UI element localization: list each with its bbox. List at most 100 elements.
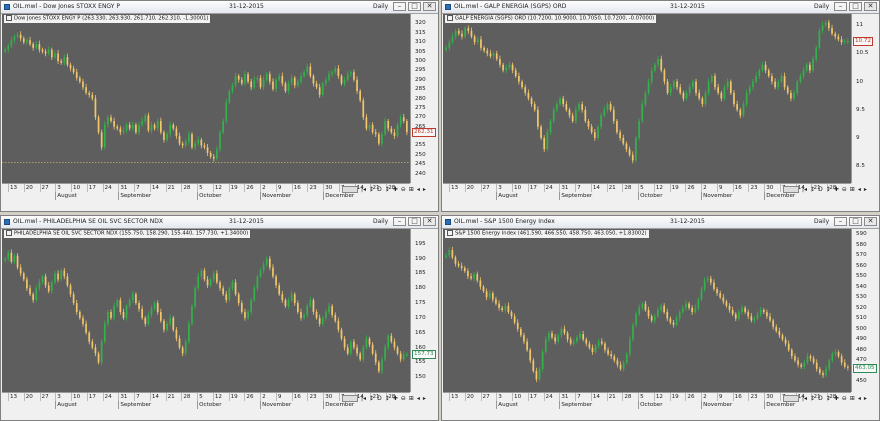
scroll-right-icon[interactable]: ▸	[864, 395, 867, 402]
chart-scroll-thumb[interactable]	[342, 395, 358, 402]
scroll-start-icon[interactable]: |◂	[802, 395, 807, 402]
minimize-button[interactable]: –	[393, 2, 406, 11]
vertical-zoom-icon[interactable]: ↕	[369, 186, 374, 193]
candle-body	[356, 347, 358, 354]
zoom-in-icon[interactable]: ⊞	[409, 186, 414, 193]
candle	[337, 65, 340, 79]
chart-plot-area[interactable]: Dow Jones STOXX ENGY P (263.330, 263.930…	[2, 14, 410, 183]
candle	[272, 78, 274, 92]
scroll-right-icon[interactable]: ▸	[423, 186, 426, 193]
candle-body	[504, 305, 507, 310]
chart-plot-area[interactable]: GALP ENERGIA (SGPS) ORD (10.7200, 10.900…	[443, 14, 851, 183]
price-axis[interactable]: 150 155 160 165 170 175 180 185 190 195 157.73	[410, 229, 438, 392]
candle	[679, 83, 682, 95]
zoom-out-icon[interactable]: ⊖	[401, 186, 406, 193]
maximize-button[interactable]: □	[408, 2, 421, 11]
period-daily-icon[interactable]: D	[818, 395, 823, 402]
time-axis-day-label: 24	[104, 185, 112, 191]
candle	[79, 75, 81, 84]
scroll-right-icon[interactable]: ▸	[864, 186, 867, 193]
crosshair-icon[interactable]: ✚	[834, 186, 839, 193]
chart-plot-area[interactable]: S&P 1500 Energy Index (461.590, 466.550,…	[443, 229, 851, 392]
scroll-start-icon[interactable]: |◂	[802, 186, 807, 193]
maximize-button[interactable]: □	[849, 217, 862, 226]
candle	[75, 299, 78, 315]
scale-icon[interactable]: ↕	[826, 395, 831, 402]
window-titlebar[interactable]: OIL.mwl - PHILADELPHIA SE OIL SVC SECTOR…	[1, 216, 438, 229]
price-axis[interactable]: 2402452502552602652702752802852902953003…	[410, 14, 438, 183]
zoom-in-icon[interactable]: ⊞	[850, 186, 855, 193]
zoom-in-icon[interactable]: ⊞	[850, 395, 855, 402]
candle-body	[582, 334, 585, 340]
scroll-start-icon[interactable]: |◂	[361, 186, 366, 193]
month-separator	[559, 192, 561, 200]
close-button[interactable]: ✕	[864, 2, 877, 11]
candle-body	[312, 75, 315, 84]
minimize-button[interactable]: –	[834, 2, 847, 11]
scroll-left-icon[interactable]: ◂	[417, 186, 420, 193]
price-axis[interactable]: 8.5 9 9.5 10 10.5 11 10.72	[851, 14, 879, 183]
zoom-out-icon[interactable]: ⊖	[842, 186, 847, 193]
close-button[interactable]: ✕	[423, 2, 436, 11]
time-axis-day-label: 5	[640, 185, 644, 191]
candle-body	[681, 307, 684, 313]
chart-scroll-thumb[interactable]	[342, 186, 358, 193]
candle	[752, 78, 754, 91]
candle-body	[825, 368, 827, 376]
candle	[786, 85, 789, 95]
chart-window-br[interactable]: OIL.mwl - S&P 1500 Energy Index 31-12-201…	[441, 215, 880, 421]
scroll-left-icon[interactable]: ◂	[417, 395, 420, 402]
chart-window-tl[interactable]: OIL.mwl - Dow Jones STOXX ENGY P 31-12-20…	[0, 0, 439, 212]
candle	[300, 72, 302, 85]
vertical-zoom-icon[interactable]: ↕	[810, 395, 815, 402]
chart-plot-area[interactable]: PHILADELPHIA SE OIL SVC SECTOR NDX (155.…	[2, 229, 410, 392]
scale-icon[interactable]: ↕	[826, 186, 831, 193]
time-axis-tick	[653, 393, 655, 401]
period-daily-icon[interactable]: D	[818, 186, 823, 193]
zoom-in-icon[interactable]: ⊞	[409, 395, 414, 402]
minimize-button[interactable]: –	[393, 217, 406, 226]
vertical-zoom-icon[interactable]: ↕	[810, 186, 815, 193]
crosshair-icon[interactable]: ✚	[834, 395, 839, 402]
candle	[457, 28, 460, 36]
window-titlebar[interactable]: OIL.mwl - Dow Jones STOXX ENGY P 31-12-20…	[1, 1, 438, 14]
scale-icon[interactable]: ↕	[385, 395, 390, 402]
candle	[685, 300, 687, 311]
candle-body	[72, 294, 75, 304]
time-axis-day-label: 14	[151, 394, 159, 400]
close-button[interactable]: ✕	[864, 217, 877, 226]
chart-scroll-thumb[interactable]	[783, 186, 799, 193]
maximize-button[interactable]: □	[849, 2, 862, 11]
maximize-button[interactable]: □	[408, 217, 421, 226]
candle	[480, 35, 482, 51]
scale-icon[interactable]: ↕	[385, 186, 390, 193]
window-titlebar[interactable]: OIL.mwl - S&P 1500 Energy Index 31-12-201…	[442, 216, 879, 229]
time-axis-tick	[685, 393, 687, 401]
scroll-right-icon[interactable]: ▸	[423, 395, 426, 402]
candle-body	[100, 341, 103, 363]
crosshair-icon[interactable]: ✚	[393, 395, 398, 402]
candle	[38, 40, 41, 53]
candle-body	[7, 252, 10, 259]
zoom-out-icon[interactable]: ⊖	[401, 395, 406, 402]
price-axis[interactable]: 4504604704804905005105205305405505605705…	[851, 229, 879, 392]
close-button[interactable]: ✕	[423, 217, 436, 226]
period-daily-icon[interactable]: D	[377, 186, 382, 193]
crosshair-icon[interactable]: ✚	[393, 186, 398, 193]
candle-body	[752, 81, 754, 88]
time-axis-tick	[260, 393, 262, 401]
scroll-start-icon[interactable]: |◂	[361, 395, 366, 402]
scroll-left-icon[interactable]: ◂	[858, 186, 861, 193]
time-axis-day-label: 5	[640, 394, 644, 400]
vertical-zoom-icon[interactable]: ↕	[369, 395, 374, 402]
chart-window-bl[interactable]: OIL.mwl - PHILADELPHIA SE OIL SVC SECTOR…	[0, 215, 439, 421]
zoom-out-icon[interactable]: ⊖	[842, 395, 847, 402]
candle	[719, 290, 722, 300]
minimize-button[interactable]: –	[834, 217, 847, 226]
period-daily-icon[interactable]: D	[377, 395, 382, 402]
window-titlebar[interactable]: OIL.mwl - GALP ENERGIA (SGPS) ORD 31-12-2…	[442, 1, 879, 14]
scroll-left-icon[interactable]: ◂	[858, 395, 861, 402]
chart-window-tr[interactable]: OIL.mwl - GALP ENERGIA (SGPS) ORD 31-12-2…	[441, 0, 880, 212]
candle-body	[688, 303, 690, 308]
chart-scroll-thumb[interactable]	[783, 395, 799, 402]
